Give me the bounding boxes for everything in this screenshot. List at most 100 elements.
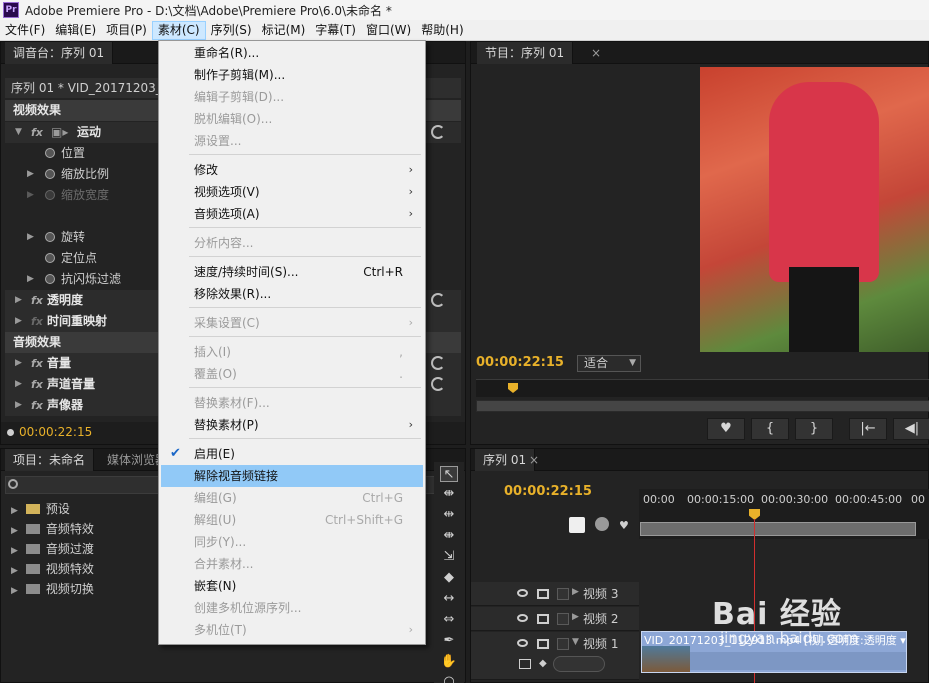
- reset-icon[interactable]: [431, 377, 445, 391]
- menu-item-make-subclip[interactable]: 制作子剪辑(M)...: [161, 64, 423, 86]
- eye-icon[interactable]: [517, 589, 528, 597]
- snap-icon[interactable]: [569, 517, 585, 533]
- ruler-label: 00:00:30:00: [761, 493, 829, 506]
- track-header[interactable]: ▶ 视频 2: [471, 607, 639, 631]
- track-select-tool-icon[interactable]: ⇼: [440, 486, 458, 502]
- step-back-button[interactable]: ◀|: [893, 418, 929, 440]
- bin-presets[interactable]: ▶ 预设: [11, 499, 70, 519]
- bin-video-effects[interactable]: ▶ 视频特效: [11, 559, 94, 579]
- expand-triangle-icon[interactable]: ▶: [11, 566, 18, 576]
- close-icon[interactable]: ×: [525, 449, 543, 471]
- program-timecode[interactable]: 00:00:22:15: [476, 355, 564, 370]
- timeline-timecode[interactable]: 00:00:22:15: [504, 484, 592, 499]
- tab-audio-mixer[interactable]: 调音台：序列 01: [5, 42, 114, 64]
- expand-triangle-icon[interactable]: ▼: [15, 122, 22, 143]
- menu-item-enable[interactable]: ✔ 启用(E): [161, 443, 423, 465]
- menu-title[interactable]: 字幕(T): [310, 21, 361, 40]
- effect-timecode[interactable]: 00:00:22:15: [19, 425, 92, 439]
- menu-help[interactable]: 帮助(H): [416, 21, 468, 40]
- lock-box[interactable]: [557, 588, 569, 600]
- work-area-bar[interactable]: [640, 522, 916, 536]
- expand-triangle-icon[interactable]: ▶: [15, 374, 22, 395]
- marker-icon[interactable]: ♥: [619, 519, 629, 532]
- expand-triangle-icon[interactable]: ▶: [11, 586, 18, 596]
- expand-triangle-icon[interactable]: ▶: [15, 395, 22, 416]
- add-marker-button[interactable]: ♥: [707, 418, 745, 440]
- expand-triangle-icon[interactable]: ▶: [27, 164, 34, 185]
- menu-item-audio-options[interactable]: 音频选项(A) ›: [161, 203, 423, 225]
- slip-tool-icon[interactable]: ↔: [440, 591, 458, 607]
- stopwatch-icon[interactable]: [45, 253, 55, 263]
- keyframe-icon[interactable]: ◆: [539, 658, 547, 669]
- ripple-edit-tool-icon[interactable]: ⇹: [440, 507, 458, 523]
- track-header[interactable]: ▼ 视频 1 ◆: [471, 632, 639, 680]
- menu-marker[interactable]: 标记(M): [257, 21, 311, 40]
- reset-icon[interactable]: [431, 125, 445, 139]
- menu-clip[interactable]: 素材(C): [151, 20, 206, 40]
- expand-triangle-icon[interactable]: ▶: [11, 506, 18, 516]
- menu-item-modify[interactable]: 修改 ›: [161, 159, 423, 181]
- bin-audio-transitions[interactable]: ▶ 音频过渡: [11, 539, 94, 559]
- razor-tool-icon[interactable]: ◆: [440, 570, 458, 586]
- tab-program[interactable]: 节目：序列 01: [477, 42, 574, 64]
- reset-icon[interactable]: [431, 356, 445, 370]
- menu-sequence[interactable]: 序列(S): [206, 21, 257, 40]
- zoom-tool-icon[interactable]: ○: [440, 674, 458, 683]
- stopwatch-icon[interactable]: [45, 169, 55, 179]
- menu-separator: [189, 154, 421, 155]
- rolling-edit-tool-icon[interactable]: ⇼: [440, 528, 458, 544]
- go-to-in-button[interactable]: |←: [849, 418, 887, 440]
- expand-triangle-icon[interactable]: ▶: [11, 526, 18, 536]
- stopwatch-icon[interactable]: [45, 148, 55, 158]
- pen-tool-icon[interactable]: ✒: [440, 633, 458, 649]
- eye-icon[interactable]: [517, 614, 528, 622]
- bin-audio-effects[interactable]: ▶ 音频特效: [11, 519, 94, 539]
- fit-dropdown[interactable]: 适合 ▼: [577, 355, 641, 372]
- menu-file[interactable]: 文件(F): [0, 21, 50, 40]
- menu-item-speed-duration[interactable]: 速度/持续时间(S)... Ctrl+R: [161, 261, 423, 283]
- expand-triangle-icon[interactable]: ▶: [27, 227, 34, 248]
- film-icon[interactable]: [537, 589, 549, 599]
- display-style-icon[interactable]: [519, 659, 531, 669]
- menu-item-nest[interactable]: 嵌套(N): [161, 575, 423, 597]
- track-header[interactable]: ▶ 视频 3: [471, 582, 639, 606]
- close-icon[interactable]: ×: [587, 42, 605, 64]
- menu-item-remove-effects[interactable]: 移除效果(R)...: [161, 283, 423, 305]
- selection-tool-icon[interactable]: ↖: [440, 466, 458, 482]
- film-icon[interactable]: [537, 614, 549, 624]
- film-icon[interactable]: [537, 639, 549, 649]
- eye-icon[interactable]: [517, 639, 528, 647]
- expand-triangle-icon[interactable]: ▶: [15, 311, 22, 332]
- slide-tool-icon[interactable]: ⇔: [440, 612, 458, 628]
- reset-icon[interactable]: [431, 293, 445, 307]
- stopwatch-icon[interactable]: [45, 232, 55, 242]
- expand-triangle-icon[interactable]: ▶: [572, 612, 579, 622]
- program-time-ruler[interactable]: [476, 379, 929, 397]
- keyframe-nav[interactable]: [553, 656, 605, 672]
- lock-box[interactable]: [557, 638, 569, 650]
- menu-window[interactable]: 窗口(W): [361, 21, 416, 40]
- menu-edit[interactable]: 编辑(E): [50, 21, 101, 40]
- bin-video-transitions[interactable]: ▶ 视频切换: [11, 579, 94, 599]
- lock-box[interactable]: [557, 613, 569, 625]
- tab-project[interactable]: 项目：未命名: [5, 449, 95, 471]
- clip-opacity-band[interactable]: [690, 652, 906, 670]
- menu-item-rename[interactable]: 重命名(R)...: [161, 42, 423, 64]
- expand-triangle-icon[interactable]: ▼: [572, 637, 579, 647]
- expand-triangle-icon[interactable]: ▶: [11, 546, 18, 556]
- expand-triangle-icon[interactable]: ▶: [27, 269, 34, 290]
- menu-item-video-options[interactable]: 视频选项(V) ›: [161, 181, 423, 203]
- menu-item-replace-with-clip[interactable]: 替换素材(P) ›: [161, 414, 423, 436]
- mark-in-button[interactable]: {: [751, 418, 789, 440]
- menu-project[interactable]: 项目(P): [101, 21, 152, 40]
- menu-item-unlink-av[interactable]: 解除视音频链接: [161, 465, 423, 487]
- hand-tool-icon[interactable]: ✋: [440, 654, 458, 670]
- program-zoom-scrollbar[interactable]: [476, 400, 929, 412]
- stopwatch-icon[interactable]: [45, 274, 55, 284]
- expand-triangle-icon[interactable]: ▶: [15, 353, 22, 374]
- expand-triangle-icon[interactable]: ▶: [15, 290, 22, 311]
- mark-out-button[interactable]: }: [795, 418, 833, 440]
- link-icon[interactable]: [595, 517, 609, 531]
- rate-stretch-tool-icon[interactable]: ⇲: [440, 549, 458, 565]
- expand-triangle-icon[interactable]: ▶: [572, 587, 579, 597]
